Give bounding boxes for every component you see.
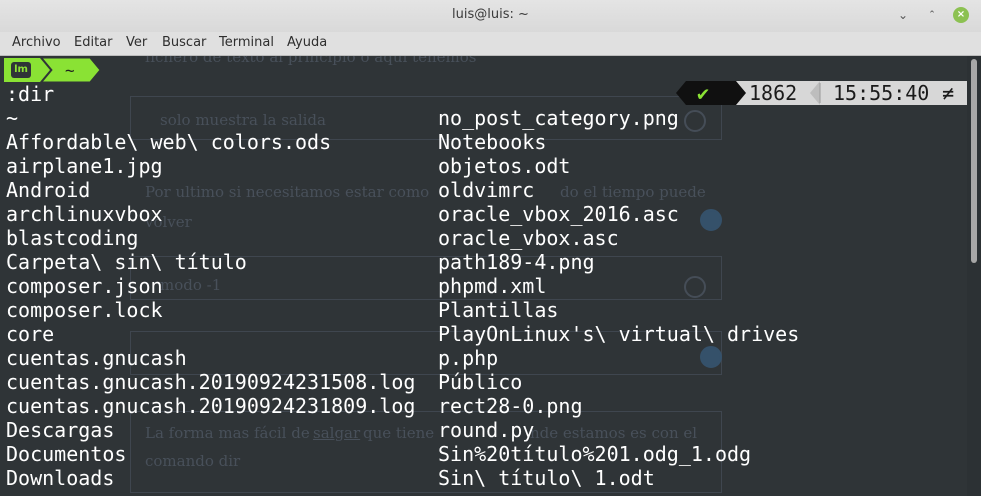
status-count: 1862 [749,81,798,105]
window-title: luis@luis: ~ [452,7,529,22]
prompt-path: ~ [65,61,75,80]
listing-entry: cuentas.gnucash.20190924231508.log [6,370,416,394]
background-circle-icon [684,276,706,298]
close-button[interactable]: × [953,7,969,23]
listing-entry: oracle_vbox.asc [438,226,619,250]
status-noteq-icon: ≠ [942,81,955,105]
listing-entry: oracle_vbox_2016.asc [438,202,679,226]
scrollbar-thumb[interactable] [971,59,977,263]
listing-entry: airplane1.jpg [6,154,163,178]
listing-entry: Downloads [6,466,115,490]
menu-archivo[interactable]: Archivo [12,35,61,50]
background-link: salgar [313,424,361,442]
listing-entry: Affordable\ web\ colors.ods [6,130,332,154]
background-text: solo muestra la salida [160,111,326,129]
background-text: comando dir [145,452,241,470]
listing-entry: round.py [438,418,535,442]
scrollbar[interactable] [967,56,981,496]
background-text: nde estamos es con el [530,424,698,442]
minimize-button[interactable]: ⌄ [895,7,911,23]
listing-entry: Notebooks [438,130,547,154]
background-text: modo -1 [160,276,222,294]
menu-terminal[interactable]: Terminal [219,35,274,50]
window-titlebar[interactable]: luis@luis: ~ ⌄ ⌃ × [0,0,981,33]
listing-entry: Descargas [6,418,115,442]
listing-entry: path189-4.png [438,250,595,274]
listing-entry: core [6,322,55,346]
listing-entry: Sin%20título%201.odg_1.odg [438,442,752,466]
listing-entry: blastcoding [6,226,139,250]
listing-entry: Público [438,370,523,394]
status-time: 15:55:40 [833,81,930,105]
listing-entry: Android [6,178,91,202]
background-circle-icon [700,209,722,231]
listing-entry: no_post_category.png [438,106,679,130]
listing-entry: cuentas.gnucash [6,346,187,370]
linux-mint-logo-icon: lm [11,62,31,78]
listing-entry: Plantillas [438,298,559,322]
listing-entry: objetos.odt [438,154,571,178]
status-check-icon: ✔ [697,81,710,105]
background-circle-icon [684,110,706,132]
listing-entry: cuentas.gnucash.20190924231809.log [6,394,416,418]
background-text: fichero de texto al principio o aqui ten… [145,56,477,66]
listing-entry: ~ [6,106,19,130]
listing-entry: oldvimrc [438,178,535,202]
listing-entry: composer.lock [6,298,163,322]
background-circle-icon [700,346,722,368]
listing-entry: archlinuxvbox [6,202,163,226]
background-text: Por ultimo si necesitamos estar como [145,183,430,201]
listing-entry: Sin\ título\ 1.odt [438,466,655,490]
background-text: que tiene [363,424,435,442]
maximize-button[interactable]: ⌃ [924,7,940,23]
menu-bar: Archivo Editar Ver Buscar Terminal Ayuda [0,32,981,56]
listing-entry: PlayOnLinux's\ virtual\ drives [438,322,800,346]
listing-entry: Documentos [6,442,127,466]
listing-entry: p.php [438,346,499,370]
command-line: :dir [6,82,55,106]
menu-ayuda[interactable]: Ayuda [287,35,327,50]
terminal-area[interactable]: fichero de texto al principio o aqui ten… [0,56,981,496]
listing-entry: composer.json [6,274,163,298]
menu-editar[interactable]: Editar [74,35,113,50]
menu-buscar[interactable]: Buscar [162,35,206,50]
listing-entry: Carpeta\ sin\ título [6,250,247,274]
listing-entry: phpmd.xml [438,274,547,298]
background-text: La forma mas fácil de [145,424,310,442]
listing-entry: rect28-0.png [438,394,583,418]
background-text: do el tiempo puede [560,183,706,201]
menu-ver[interactable]: Ver [126,35,147,50]
